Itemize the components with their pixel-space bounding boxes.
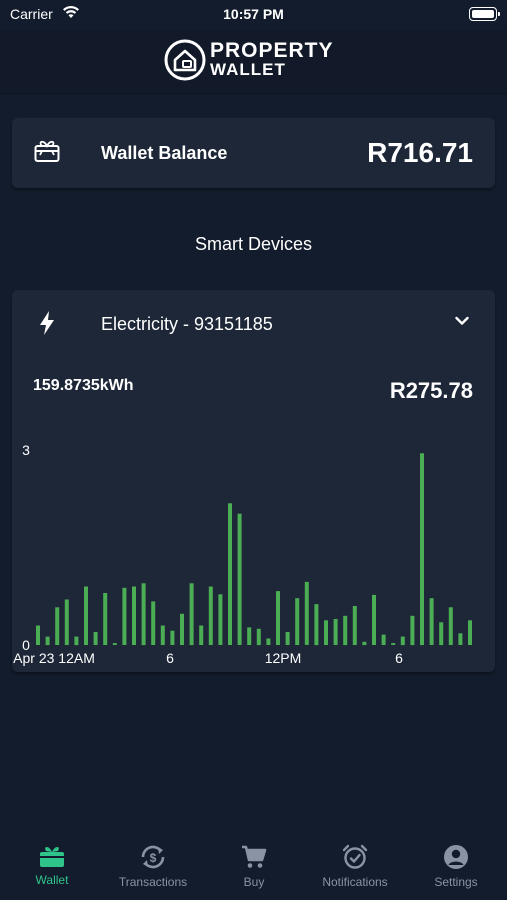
chart-bar xyxy=(333,619,338,645)
wallet-gift-icon xyxy=(40,847,64,867)
status-bar: Carrier 10:57 PM xyxy=(0,0,507,30)
chart-bar xyxy=(237,513,242,645)
chart-bar xyxy=(36,625,40,645)
tab-notifications-label: Notifications xyxy=(322,875,388,889)
chart-bar xyxy=(170,630,175,645)
chart-bar xyxy=(141,583,146,646)
status-time: 10:57 PM xyxy=(223,6,284,22)
chart-bar xyxy=(468,620,472,645)
chart-bar xyxy=(160,625,165,645)
chart-bar xyxy=(352,606,357,645)
usage-bar-chart: 03Apr 23 12AM 6 12PM 6 xyxy=(13,442,472,666)
x-tick-label: 6 xyxy=(166,650,174,666)
logo-text-wallet: WALLET xyxy=(210,60,286,79)
cart-icon xyxy=(242,845,267,868)
tab-settings[interactable]: Settings xyxy=(406,838,506,894)
wallet-balance-card[interactable]: Wallet Balance R716.71 xyxy=(12,118,495,188)
chart-bar xyxy=(55,607,60,645)
chart-bar xyxy=(199,625,204,645)
chart-bar xyxy=(103,593,108,645)
tab-bar: Wallet $ Transactions Buy Notifications xyxy=(0,838,507,900)
chart-bar xyxy=(372,594,376,645)
y-tick-label: 3 xyxy=(22,442,30,458)
wallet-balance-amount: R716.71 xyxy=(367,137,473,168)
chart-bar xyxy=(343,615,348,646)
chart-bar xyxy=(180,613,184,645)
chart-bar xyxy=(391,643,396,645)
tab-buy-label: Buy xyxy=(243,875,265,889)
chart-bar xyxy=(304,581,309,645)
chart-bar xyxy=(324,620,328,645)
property-wallet-logo: PROPERTY WALLET xyxy=(164,38,344,82)
chart-bar xyxy=(448,607,453,645)
chart-bar xyxy=(208,586,213,645)
tab-settings-label: Settings xyxy=(434,875,478,889)
chart-bar xyxy=(295,598,300,645)
svg-text:$: $ xyxy=(150,851,157,865)
chart-bar xyxy=(132,586,136,645)
chart-bar xyxy=(458,633,463,645)
chart-bar xyxy=(276,591,280,645)
app-header: PROPERTY WALLET xyxy=(0,30,507,94)
chart-bar xyxy=(314,604,319,646)
x-tick-label: 6 xyxy=(395,650,403,666)
device-card: Electricity - 93151185 159.8735kWh R275.… xyxy=(12,290,495,672)
chart-bar xyxy=(84,586,88,645)
chart-bar xyxy=(410,615,415,646)
x-tick-label: 12PM xyxy=(265,650,302,666)
wallet-balance-label: Wallet Balance xyxy=(101,143,228,163)
house-logo-icon xyxy=(164,39,206,81)
gift-card-icon xyxy=(34,140,60,162)
chart-bar xyxy=(247,627,252,645)
chart-bar xyxy=(439,622,444,646)
chart-bar xyxy=(45,636,50,646)
tab-buy[interactable]: Buy xyxy=(204,838,304,894)
chart-bar xyxy=(218,594,223,645)
chart-bar xyxy=(93,632,98,645)
person-circle-icon xyxy=(444,845,468,869)
alarm-clock-icon xyxy=(342,844,368,869)
chart-bar xyxy=(429,598,434,645)
chart-bar xyxy=(362,641,367,646)
chart-bar xyxy=(189,583,194,646)
chart-bar xyxy=(285,632,290,645)
tab-notifications[interactable]: Notifications xyxy=(305,838,405,894)
tab-wallet-label: Wallet xyxy=(35,873,69,887)
chart-bar xyxy=(256,628,261,646)
chart-bar xyxy=(151,601,156,645)
chart-bar xyxy=(266,638,271,645)
x-tick-label: Apr 23 12AM xyxy=(13,650,95,666)
chart-bar xyxy=(74,636,79,646)
transactions-icon: $ xyxy=(141,845,165,869)
tab-transactions[interactable]: $ Transactions xyxy=(103,838,203,894)
chart-bar xyxy=(112,643,117,645)
tab-transactions-label: Transactions xyxy=(118,875,188,889)
smart-devices-title: Smart Devices xyxy=(194,234,313,254)
chart-bar xyxy=(400,636,405,646)
chart-bar xyxy=(228,503,232,645)
chart-bar xyxy=(420,453,424,646)
chart-bar xyxy=(64,599,69,645)
tab-wallet[interactable]: Wallet xyxy=(2,838,102,894)
battery-icon xyxy=(469,7,500,21)
chart-bar xyxy=(381,634,386,645)
chart-bar xyxy=(122,587,127,645)
